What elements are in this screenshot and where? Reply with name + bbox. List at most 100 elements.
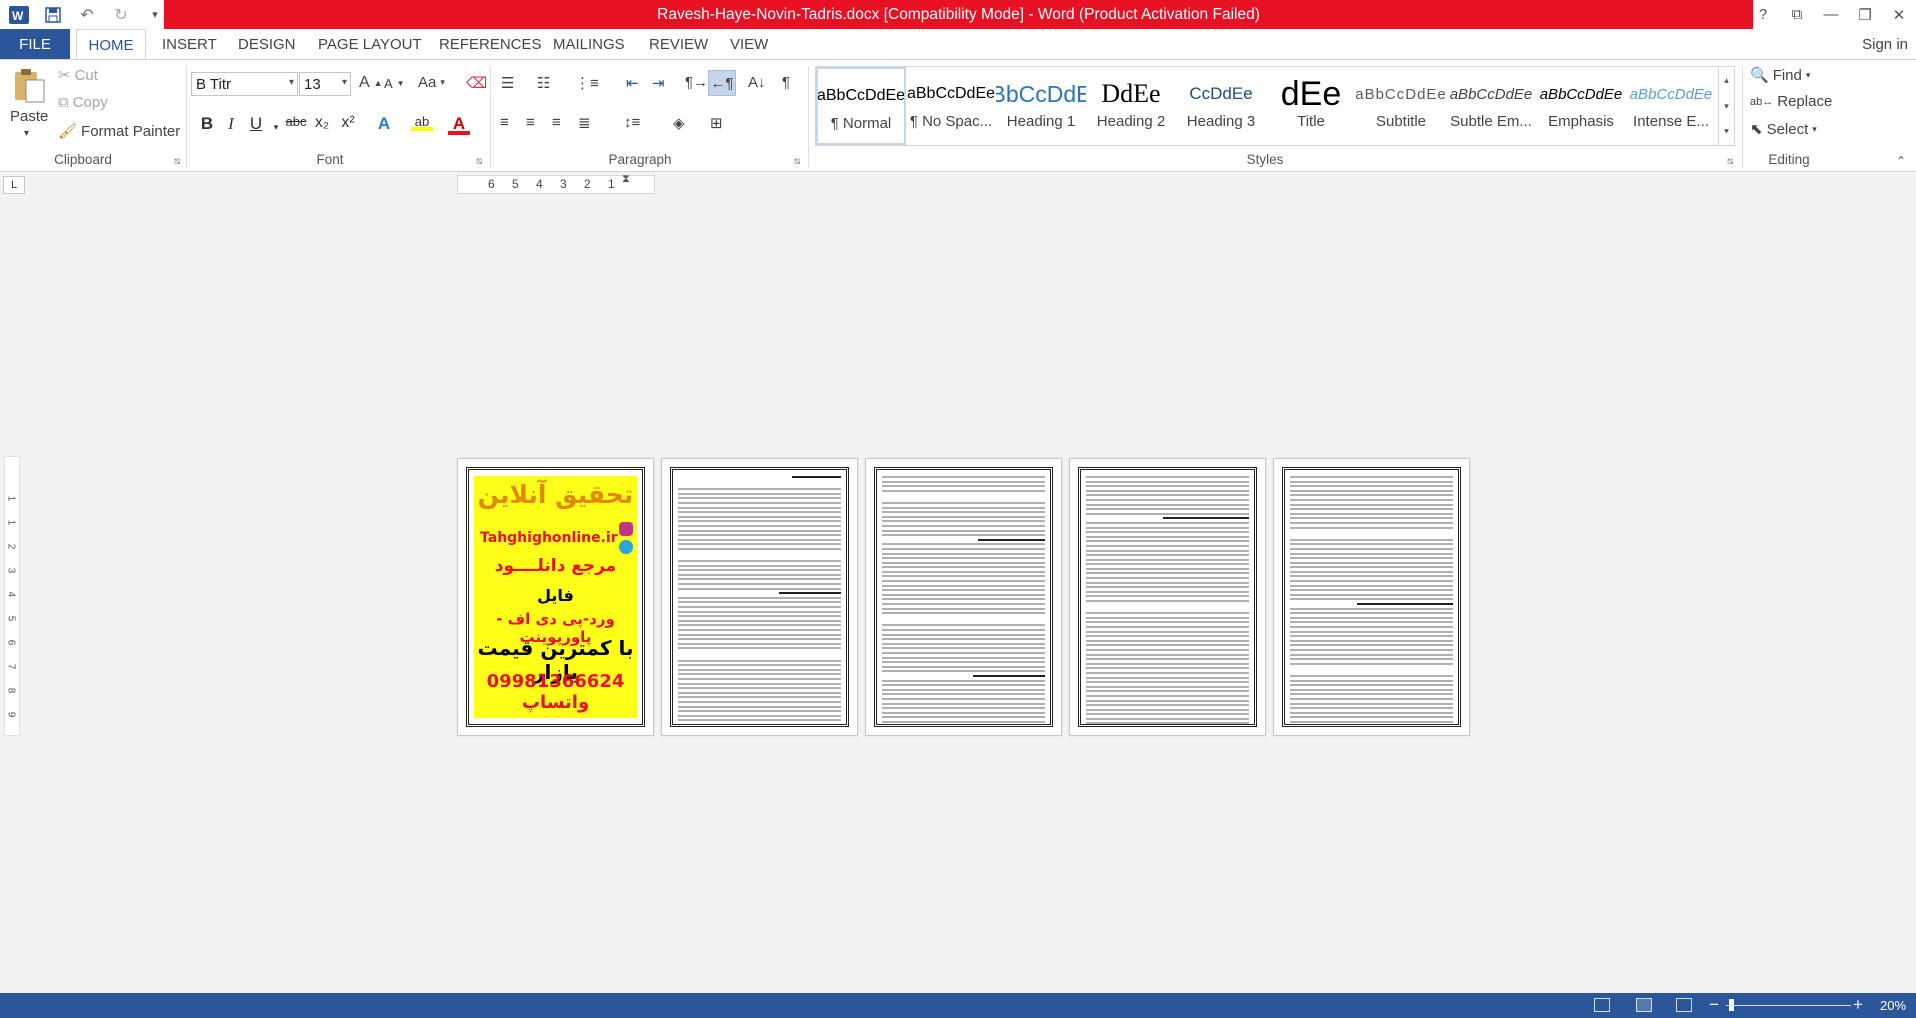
borders-icon[interactable]: ⊞: [710, 114, 723, 132]
read-mode-icon[interactable]: [1594, 998, 1610, 1012]
font-name-dropdown-icon[interactable]: ▾: [289, 77, 294, 88]
paste-button[interactable]: Paste: [10, 108, 48, 125]
tab-selector[interactable]: L: [3, 176, 25, 194]
tab-references[interactable]: REFERENCES: [439, 29, 542, 59]
style-heading-2[interactable]: DdEe Heading 2: [1086, 67, 1176, 145]
grow-font-button[interactable]: A ▲: [359, 74, 383, 92]
close-button[interactable]: ✕: [1882, 0, 1916, 29]
sort-icon[interactable]: A↓: [748, 74, 766, 91]
ribbon-display-options-button[interactable]: ⧉: [1780, 0, 1814, 29]
tab-review[interactable]: REVIEW: [649, 29, 708, 59]
paragraph-launcher-icon[interactable]: ⧅: [794, 156, 800, 167]
zoom-level[interactable]: 20%: [1880, 998, 1906, 1013]
customize-qat-icon[interactable]: ▾: [144, 4, 166, 26]
clipboard-launcher-icon[interactable]: ⧅: [174, 156, 180, 167]
document-page-3[interactable]: [865, 458, 1062, 736]
document-page-5[interactable]: [1273, 458, 1470, 736]
copy-button[interactable]: ⧉ Copy: [58, 94, 108, 111]
tab-file[interactable]: FILE: [0, 29, 70, 59]
document-page-4[interactable]: [1069, 458, 1266, 736]
scroll-up-icon[interactable]: ▴: [1724, 75, 1729, 86]
zoom-out-button[interactable]: −: [1709, 995, 1719, 1015]
decrease-indent-icon[interactable]: ⇤: [626, 74, 639, 92]
zoom-slider[interactable]: [1726, 1005, 1851, 1006]
tab-home[interactable]: HOME: [76, 29, 146, 60]
style-normal[interactable]: aBbCcDdEe ¶ Normal: [816, 67, 906, 145]
zoom-in-button[interactable]: +: [1853, 995, 1863, 1015]
more-styles-icon[interactable]: ⯆: [1723, 127, 1730, 138]
styles-launcher-icon[interactable]: ⧅: [1727, 156, 1733, 167]
print-layout-icon[interactable]: [1636, 998, 1652, 1012]
font-launcher-icon[interactable]: ⧅: [476, 156, 482, 167]
select-button[interactable]: ⬉ Select ▾: [1750, 120, 1817, 139]
scroll-down-icon[interactable]: ▾: [1724, 101, 1729, 112]
tab-page-layout[interactable]: PAGE LAYOUT: [318, 29, 422, 59]
sign-in-link[interactable]: Sign in: [1862, 29, 1908, 59]
italic-button[interactable]: I: [220, 114, 242, 134]
ltr-direction-icon[interactable]: ¶→: [685, 74, 708, 91]
redo-icon[interactable]: ↻: [110, 4, 132, 26]
increase-indent-icon[interactable]: ⇥: [652, 74, 665, 92]
style-subtle-emphasis[interactable]: aBbCcDdEe Subtle Em...: [1446, 67, 1536, 145]
style-heading-3[interactable]: CcDdEe Heading 3: [1176, 67, 1266, 145]
style-intense-emphasis[interactable]: aBbCcDdEe Intense E...: [1626, 67, 1716, 145]
document-page-2[interactable]: [661, 458, 858, 736]
font-size-dropdown-icon[interactable]: ▾: [342, 77, 347, 88]
underline-button[interactable]: U: [245, 114, 267, 134]
collapse-ribbon-icon[interactable]: ⌃: [1896, 154, 1906, 168]
zoom-slider-thumb[interactable]: [1729, 999, 1734, 1011]
multilevel-list-icon[interactable]: ⋮≡: [575, 74, 599, 92]
style-title[interactable]: dEe Title: [1266, 67, 1356, 145]
text-effects-icon[interactable]: A: [373, 114, 395, 134]
subscript-button[interactable]: x₂: [311, 114, 333, 132]
align-center-icon[interactable]: ≡: [526, 114, 535, 131]
find-button[interactable]: 🔍 Find ▾: [1750, 66, 1810, 85]
document-page-1[interactable]: تحقیق آنلاین Tahghighonline.ir مرجع دانل…: [457, 458, 654, 736]
show-formatting-button[interactable]: ¶: [782, 74, 790, 91]
cut-button[interactable]: ✂ Cut: [58, 66, 98, 85]
bold-button[interactable]: B: [196, 114, 218, 134]
tab-design[interactable]: DESIGN: [238, 29, 296, 59]
style-no-spacing[interactable]: aBbCcDdEe ¶ No Spac...: [906, 67, 996, 145]
horizontal-ruler[interactable]: 6 5 4 3 2 1 ⧗: [457, 173, 655, 194]
tab-view[interactable]: VIEW: [730, 29, 768, 59]
tab-insert[interactable]: INSERT: [162, 29, 217, 59]
align-right-icon[interactable]: ≡: [552, 114, 561, 131]
justify-icon[interactable]: ≣: [578, 114, 591, 132]
replace-button[interactable]: ab↔ Replace: [1750, 93, 1832, 110]
minimize-button[interactable]: —: [1814, 0, 1848, 29]
paste-icon[interactable]: [12, 68, 46, 104]
style-heading-1[interactable]: aBbCcDdEe Heading 1: [996, 67, 1086, 145]
restore-button[interactable]: ❐: [1848, 0, 1882, 29]
numbering-icon[interactable]: ☷: [537, 74, 550, 92]
ad-line-download: مرجع دانلــــود: [494, 556, 617, 576]
vertical-ruler[interactable]: 1 1 2 3 4 5 6 7 8 9: [4, 456, 20, 736]
align-left-icon[interactable]: ≡: [500, 114, 509, 131]
line-spacing-icon[interactable]: ↕≡: [624, 114, 640, 131]
clear-formatting-icon[interactable]: ⌫: [466, 74, 487, 92]
style-preview: DdEe: [1101, 79, 1161, 108]
undo-icon[interactable]: ↶: [76, 4, 98, 26]
superscript-button[interactable]: x²: [337, 114, 359, 132]
styles-gallery-scroll[interactable]: ▴ ▾ ⯆: [1718, 67, 1734, 145]
format-painter-button[interactable]: 🖌 Format Painter: [58, 122, 180, 141]
change-case-button[interactable]: Aa ▾: [418, 74, 445, 91]
strikethrough-button[interactable]: abc: [283, 114, 309, 129]
shrink-font-button[interactable]: A ▼: [384, 76, 405, 91]
font-color-icon[interactable]: A: [448, 114, 470, 135]
tab-mailings[interactable]: MAILINGS: [553, 29, 625, 59]
style-emphasis[interactable]: aBbCcDdEe Emphasis: [1536, 67, 1626, 145]
indent-marker-icon[interactable]: ⧗: [622, 173, 630, 186]
rtl-direction-icon[interactable]: ←¶: [708, 70, 736, 96]
save-icon[interactable]: [42, 4, 64, 26]
help-button[interactable]: ?: [1746, 0, 1780, 29]
style-subtitle[interactable]: aBbCcDdEe Subtitle: [1356, 67, 1446, 145]
shading-icon[interactable]: ◈: [673, 114, 685, 132]
bullets-icon[interactable]: ☰: [501, 74, 514, 92]
web-layout-icon[interactable]: [1676, 998, 1692, 1012]
font-size-combo[interactable]: 13 ▾: [299, 72, 351, 96]
paste-dropdown-icon[interactable]: ▾: [24, 128, 29, 139]
word-app-icon[interactable]: W: [8, 4, 30, 26]
highlight-icon[interactable]: ab: [411, 114, 433, 131]
font-name-combo[interactable]: B Titr ▾: [191, 72, 298, 96]
